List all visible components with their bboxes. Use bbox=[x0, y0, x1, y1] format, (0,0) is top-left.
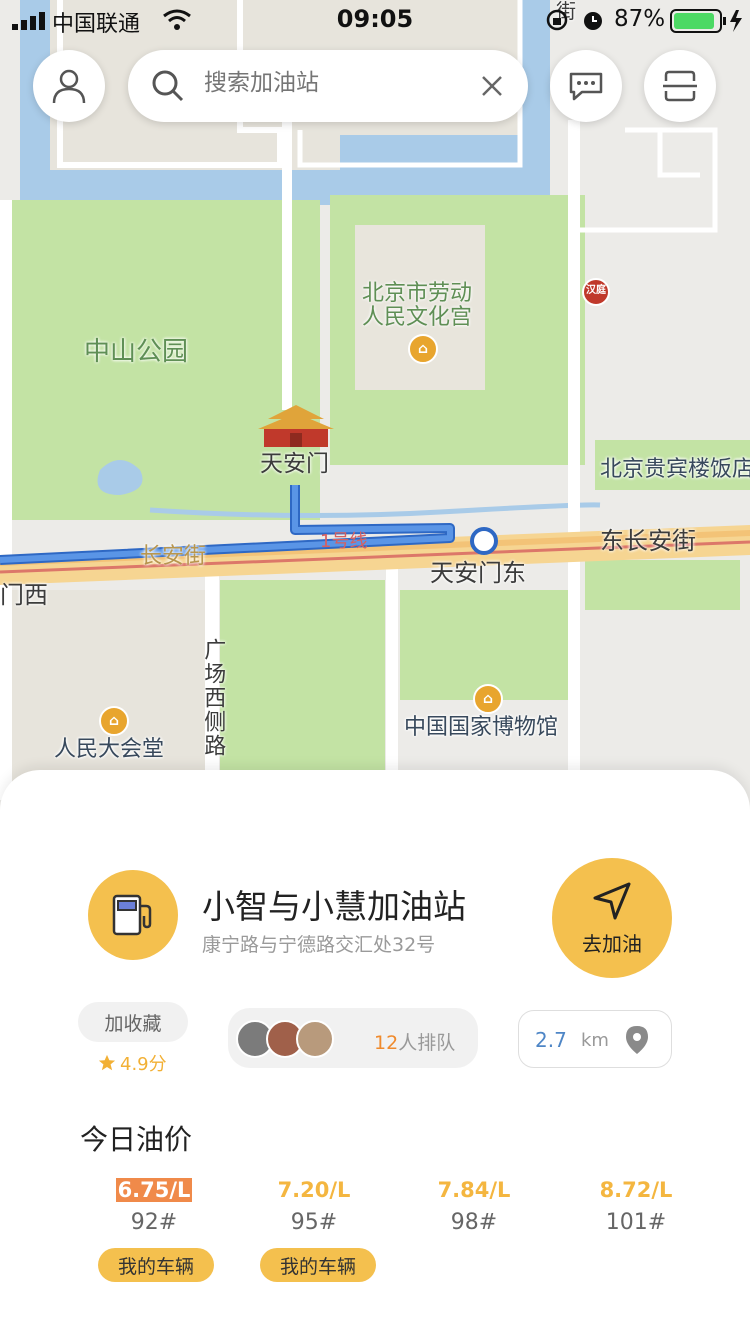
rating-value: 4.9分 bbox=[120, 1054, 167, 1075]
go-refuel-button[interactable]: 去加油 bbox=[552, 858, 672, 978]
navigation-arrow-icon bbox=[593, 882, 631, 919]
add-favorite-button[interactable]: 加收藏 bbox=[78, 1002, 188, 1042]
search-icon bbox=[152, 70, 184, 102]
station-address: 康宁路与宁德路交汇处32号 bbox=[202, 934, 436, 956]
close-icon[interactable] bbox=[480, 74, 504, 98]
map-label-zhongshan-park: 中山公园 bbox=[84, 337, 189, 367]
fuel-grade: 101# bbox=[605, 1210, 667, 1235]
scan-button[interactable] bbox=[644, 50, 716, 122]
distance-info[interactable]: 2.7 km bbox=[518, 1010, 672, 1068]
queue-suffix: 人排队 bbox=[398, 1032, 456, 1054]
map-label-line1: 1号线 bbox=[320, 531, 368, 552]
user-icon bbox=[52, 69, 86, 104]
scan-icon bbox=[663, 70, 697, 102]
fuel-grade: 92# bbox=[130, 1210, 178, 1235]
alarm-icon bbox=[584, 12, 602, 30]
map-label-great-hall: 人民大会堂 bbox=[54, 737, 165, 762]
price-value: 8.72/L bbox=[599, 1178, 673, 1202]
map-label-tiananmen-east: 天安门东 bbox=[430, 559, 526, 587]
chat-icon bbox=[569, 72, 603, 101]
my-vehicle-tag: 我的车辆 bbox=[260, 1248, 376, 1282]
location-pin-icon bbox=[626, 1026, 648, 1054]
queue-number: 12 bbox=[374, 1032, 399, 1054]
battery-icon bbox=[670, 9, 742, 33]
price-value: 7.20/L bbox=[277, 1178, 351, 1202]
map-label-tiananmen-west: 门西 bbox=[0, 581, 48, 609]
price-value: 7.84/L bbox=[437, 1178, 511, 1202]
map-label-changan-street: 长安街 bbox=[140, 544, 207, 569]
queue-count: 12人排队 bbox=[374, 1028, 455, 1055]
map-label-guibin-hotel: 北京贵宾楼饭店 bbox=[600, 457, 750, 482]
my-vehicle-tag: 我的车辆 bbox=[98, 1248, 214, 1282]
fuel-grade: 98# bbox=[450, 1210, 498, 1235]
profile-button[interactable] bbox=[33, 50, 105, 122]
price-value: 6.75/L bbox=[115, 1178, 193, 1202]
map-label-labor-palace: 北京市劳动 人民文化宫 bbox=[362, 281, 473, 331]
price-item-95[interactable]: 7.20/L 95# bbox=[244, 1178, 384, 1235]
station-rating: 4.9分 bbox=[98, 1050, 167, 1076]
station-detail-sheet: 小智与小慧加油站 康宁路与宁德路交汇处32号 去加油 加收藏 4.9分 12人排… bbox=[0, 770, 750, 1334]
price-section-title: 今日油价 bbox=[80, 1123, 193, 1156]
fuel-grade: 95# bbox=[290, 1210, 338, 1235]
map-label-east-changan: 东长安街 bbox=[600, 527, 696, 555]
price-item-92[interactable]: 6.75/L 92# bbox=[84, 1178, 224, 1235]
search-input[interactable] bbox=[204, 70, 464, 96]
rotation-lock-icon bbox=[546, 9, 568, 31]
distance-unit: km bbox=[581, 1030, 609, 1051]
map-label-national-museum: 中国国家博物馆 bbox=[404, 715, 559, 740]
great-hall-poi-icon[interactable]: ⌂ bbox=[99, 706, 129, 736]
status-bar: 中国联通 09:05 87% bbox=[0, 0, 750, 40]
map-label-guangchang-road: 广场西侧路 bbox=[200, 638, 226, 758]
landmark-poi-icon[interactable]: ⌂ bbox=[408, 334, 438, 364]
station-name: 小智与小慧加油站 bbox=[202, 887, 466, 926]
battery-percent: 87% bbox=[614, 6, 666, 32]
museum-poi-icon[interactable]: ⌂ bbox=[473, 684, 503, 714]
fuel-pump-icon bbox=[88, 870, 178, 960]
star-icon bbox=[98, 1054, 116, 1071]
price-item-101[interactable]: 8.72/L 101# bbox=[566, 1178, 706, 1235]
message-button[interactable] bbox=[550, 50, 622, 122]
avatar bbox=[296, 1020, 334, 1058]
price-item-98[interactable]: 7.84/L 98# bbox=[404, 1178, 544, 1235]
distance-value: 2.7 bbox=[535, 1028, 567, 1052]
queue-info[interactable]: 12人排队 bbox=[228, 1008, 478, 1068]
map-label-tiananmen: 天安门 bbox=[260, 451, 329, 477]
search-bar[interactable] bbox=[128, 50, 528, 122]
go-refuel-label: 去加油 bbox=[582, 931, 642, 956]
map-badge-hanting: 汉庭 bbox=[586, 285, 606, 296]
